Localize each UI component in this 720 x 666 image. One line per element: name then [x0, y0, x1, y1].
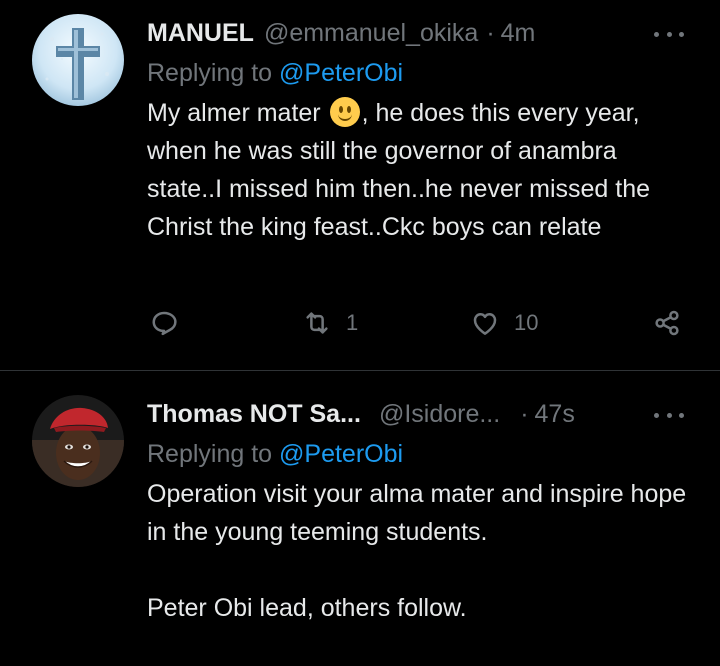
tweet-time[interactable]: 4m [501, 19, 536, 48]
separator-dot: · [520, 399, 529, 428]
author-handle[interactable]: @emmanuel_okika [264, 19, 478, 48]
more-options-icon[interactable] [654, 405, 684, 425]
retweet-icon [306, 312, 328, 334]
share-button[interactable] [652, 308, 682, 338]
author-name[interactable]: Thomas NOT Sa... [147, 400, 361, 429]
reply-button[interactable] [149, 308, 179, 338]
tweet-time[interactable]: 47s [535, 400, 575, 429]
tweet-text-part1: My almer mater [147, 99, 321, 127]
tweet-text: Operation visit your alma mater and insp… [147, 475, 690, 627]
tweet-paragraph: Operation visit your alma mater and insp… [147, 480, 687, 546]
replying-prefix: Replying to [147, 440, 273, 468]
slightly-smiling-face-icon [329, 97, 360, 127]
retweet-count: 1 [346, 310, 359, 335]
author-handle[interactable]: @Isidore... [379, 400, 500, 429]
tweet-paragraph: Peter Obi lead, others follow. [147, 594, 467, 622]
tweet-item[interactable]: Thomas NOT Sa... @Isidore... · 47s Reply… [0, 371, 720, 666]
tweet-content: Thomas NOT Sa... @Isidore... · 47s Reply… [147, 397, 690, 627]
tweet-header: Thomas NOT Sa... @Isidore... · 47s [147, 397, 690, 431]
like-button[interactable]: 10 [470, 308, 538, 338]
mention-link[interactable]: @PeterObi [279, 59, 403, 87]
share-icon [655, 310, 679, 336]
like-count: 10 [514, 310, 539, 335]
avatar[interactable] [32, 395, 124, 487]
replying-to-line: Replying to @PeterObi [147, 56, 690, 90]
avatar[interactable] [32, 14, 124, 106]
replying-prefix: Replying to [147, 59, 273, 87]
mention-link[interactable]: @PeterObi [279, 440, 403, 468]
retweet-button[interactable]: 1 [302, 308, 358, 338]
tweet-actions: 1 10 [147, 308, 687, 348]
cross-avatar-icon [32, 14, 124, 106]
author-name[interactable]: MANUEL [147, 19, 254, 48]
heart-icon [473, 313, 497, 335]
tweet-item[interactable]: MANUEL @emmanuel_okika · 4m Replying to … [0, 0, 720, 371]
separator-dot: · [486, 18, 495, 47]
more-options-icon[interactable] [654, 24, 684, 44]
tweet-text: My almer mater , he does this every year… [147, 94, 690, 246]
person-beret-avatar-icon [32, 395, 124, 487]
replying-to-line: Replying to @PeterObi [147, 437, 690, 471]
tweet-content: MANUEL @emmanuel_okika · 4m Replying to … [147, 16, 690, 246]
tweet-header: MANUEL @emmanuel_okika · 4m [147, 16, 690, 50]
reply-icon [152, 311, 177, 336]
